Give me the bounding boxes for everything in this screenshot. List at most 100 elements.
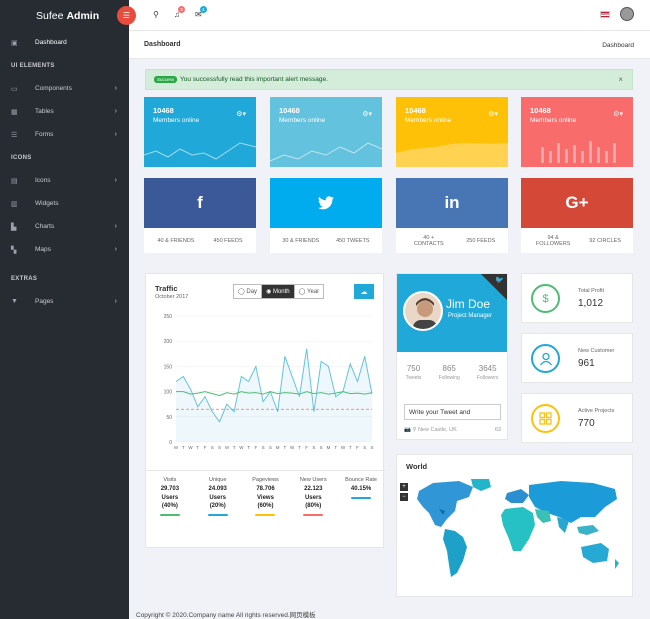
profile-stats: 750 Tweets 865 Following 3645 Followers <box>397 352 507 381</box>
traffic-stat-unit: Users <box>161 494 179 501</box>
y-tick-label: 250 <box>164 314 173 320</box>
footer: Copyright © 2020.Company name All rights… <box>136 612 316 619</box>
profile-stat-value: 3645 <box>478 364 497 373</box>
sidebar-item-tables[interactable]: ▦ Tables › <box>0 100 129 123</box>
y-tick-label: 0 <box>169 440 172 446</box>
traffic-stat-unit: Views <box>257 494 274 501</box>
social-card-google-plus: G+ 94 & FOLLOWERS 92 CIRCLES <box>521 178 633 253</box>
stat-value: 10468 <box>530 106 551 115</box>
x-tick-label: T <box>233 445 236 450</box>
tweet-input[interactable]: Write your Tweet and <box>404 404 501 420</box>
social-stat: 450 FEEDS <box>213 237 243 244</box>
x-tick-label: S <box>363 445 366 450</box>
grid-icon <box>531 404 560 433</box>
notification-count-badge: 3 <box>178 6 185 13</box>
sidebar-item-dashboard[interactable]: ▣ Dashboard <box>0 31 129 54</box>
social-stat: 30 & FRIENDS <box>282 237 320 244</box>
y-tick-label: 50 <box>166 415 172 421</box>
chevron-right-icon: › <box>114 177 117 184</box>
brand-logo[interactable]: Sufee Admin <box>0 0 129 31</box>
social-stat: 250 FEEDS <box>466 237 496 244</box>
gear-icon[interactable]: ⚙▾ <box>488 110 498 118</box>
bell-icon[interactable]: ♫ 3 <box>174 6 185 19</box>
breadcrumb[interactable]: Dashboard <box>602 42 634 49</box>
nav-section-title: EXTRAS <box>11 275 38 282</box>
sidebar-item-label: Forms <box>35 131 54 138</box>
close-icon[interactable]: × <box>618 75 623 84</box>
x-tick-label: S <box>269 445 272 450</box>
profile-stat-label: Tweets <box>405 375 422 381</box>
y-tick-label: 150 <box>164 364 173 370</box>
stat-area <box>396 143 508 167</box>
stat-card-2: 10468 Members online ⚙▾ <box>270 97 382 167</box>
traffic-stat: Visits 29.703 Users (40%) <box>146 477 194 517</box>
x-tick-label: S <box>370 445 373 450</box>
traffic-stat-percent: (80%) <box>305 503 322 510</box>
traffic-stat-label: Unique <box>208 477 227 483</box>
tab-year[interactable]: ◯ Year <box>295 285 324 298</box>
traffic-stat-bar <box>207 514 228 517</box>
social-stat: 92 CIRCLES <box>589 237 621 244</box>
x-tick-label: T <box>247 445 250 450</box>
x-tick-label: M <box>174 445 178 450</box>
x-tick-label: T <box>284 445 287 450</box>
stat-value: 10468 <box>405 106 426 115</box>
zoom-in-button[interactable]: + <box>400 483 408 491</box>
profile-card: Jim Doe Project Manager 🐦 750 Tweets 865 F… <box>396 273 508 440</box>
sidebar-item-pages[interactable]: ▼ Pages › <box>0 290 129 313</box>
sidebar-item-widgets[interactable]: ▥ Widgets <box>0 192 129 215</box>
mail-icon[interactable]: ✉ 4 <box>195 6 207 19</box>
sidebar-item-maps[interactable]: ▚ Maps › <box>0 238 129 261</box>
calculator-icon: ▥ <box>11 200 18 208</box>
x-tick-label: S <box>211 445 214 450</box>
user-avatar[interactable] <box>620 7 634 21</box>
chevron-right-icon: › <box>114 131 117 138</box>
traffic-stat-percent: (60%) <box>257 503 274 510</box>
twitter-icon[interactable]: 🐦 <box>495 276 504 284</box>
sidebar-item-components[interactable]: ▭ Components › <box>0 77 129 100</box>
traffic-stat-bar <box>255 514 276 517</box>
facebook-icon[interactable]: f <box>144 178 256 228</box>
tab-day[interactable]: ◯ Day <box>234 285 263 298</box>
tab-month[interactable]: ◉ Month <box>262 285 295 298</box>
google-plus-icon[interactable]: G+ <box>521 178 633 228</box>
traffic-stat-value: 78.706 <box>256 485 275 492</box>
traffic-stat-bar <box>159 514 180 517</box>
series-1-area <box>176 348 372 442</box>
profile-role: Project Manager <box>448 313 493 319</box>
us-flag-icon[interactable] <box>600 11 610 18</box>
profile-avatar <box>403 291 443 331</box>
sidebar-item-label: Dashboard <box>35 39 67 46</box>
search-icon[interactable]: ⚲ <box>153 10 159 19</box>
menu-toggle-button[interactable]: ☰ <box>117 6 136 25</box>
sidebar-item-label: Pages <box>35 298 54 305</box>
linkedin-icon[interactable]: in <box>396 178 508 228</box>
sidebar-item-charts[interactable]: ▙ Charts › <box>0 215 129 238</box>
twitter-icon[interactable] <box>270 178 382 228</box>
gear-icon[interactable]: ⚙▾ <box>236 110 246 118</box>
stat-sparkline <box>144 142 256 160</box>
nav-section-title: ICONS <box>11 154 32 161</box>
user-icon <box>531 344 560 373</box>
gear-icon[interactable]: ⚙▾ <box>613 110 623 118</box>
sidebar-item-label: Tables <box>35 108 54 115</box>
active-projects-card: Active Projects 770 <box>521 393 633 443</box>
social-card-facebook: f 40 & FRIENDS 450 FEEDS <box>144 178 256 253</box>
zoom-out-button[interactable]: − <box>400 493 408 501</box>
traffic-stat-unit: Users <box>209 494 227 501</box>
sidebar-item-forms[interactable]: ☰ Forms › <box>0 123 129 146</box>
traffic-stat-bar <box>303 514 324 517</box>
x-tick-label: M <box>276 445 280 450</box>
world-title: World <box>406 462 428 471</box>
cloud-download-button[interactable]: ☁ <box>354 284 374 299</box>
traffic-stat-value: 24.093 <box>208 485 227 492</box>
gear-icon[interactable]: ⚙▾ <box>362 110 372 118</box>
mini-value: 961 <box>578 358 595 369</box>
chevron-right-icon: › <box>114 223 117 230</box>
sidebar-item-icons[interactable]: ▤ Icons › <box>0 169 129 192</box>
mini-label: New Customer <box>578 348 615 354</box>
x-tick-label: T <box>298 445 301 450</box>
social-card-linkedin: in 40 + CONTACTS 250 FEEDS <box>396 178 508 253</box>
stat-label: Members online <box>153 117 200 124</box>
x-tick-label: F <box>305 445 308 450</box>
